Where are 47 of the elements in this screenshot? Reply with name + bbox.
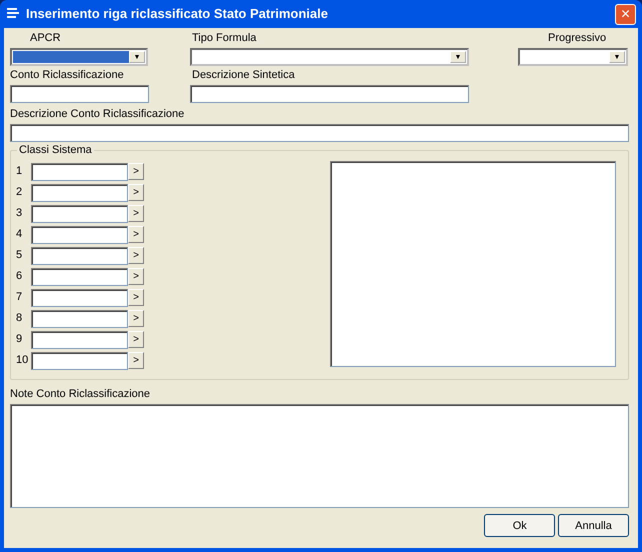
field-label: Descrizione Sintetica: [191, 68, 295, 82]
row-number: 5: [16, 249, 24, 262]
text-field[interactable]: [10, 124, 629, 142]
text-field[interactable]: [31, 330, 128, 349]
text-field[interactable]: [31, 268, 128, 286]
row-number: 1: [16, 165, 24, 178]
row-number: 4: [16, 228, 24, 242]
select-button[interactable]: >: [128, 268, 144, 286]
window-icon: [6, 7, 20, 21]
window-title: Inserimento riga riclassificato Stato Patrimoniale: [26, 5, 328, 24]
field-label: Tipo Formula: [191, 32, 256, 45]
close-button[interactable]: ×: [615, 4, 636, 24]
cancel-button[interactable]: Annulla: [558, 514, 629, 538]
row-number: 7: [16, 291, 24, 304]
select-button[interactable]: >: [128, 352, 144, 370]
select-button[interactable]: >: [128, 289, 144, 306]
select-button[interactable]: >: [128, 331, 144, 348]
row-number: 8: [16, 312, 24, 326]
select-button[interactable]: >: [128, 247, 144, 264]
select-button[interactable]: >: [128, 205, 144, 222]
text-field[interactable]: [31, 162, 128, 181]
text-field[interactable]: [31, 226, 128, 244]
select-button[interactable]: >: [128, 226, 144, 244]
row-number: 10: [16, 354, 30, 368]
text-field[interactable]: [31, 246, 128, 265]
row-number: 9: [16, 333, 24, 346]
row-number: 3: [16, 207, 24, 220]
field-label: Conto Riclassificazione: [10, 68, 124, 82]
text-area[interactable]: [10, 404, 629, 508]
row-number: 2: [16, 186, 24, 200]
select-button[interactable]: >: [128, 310, 144, 328]
select-button[interactable]: >: [128, 184, 144, 202]
ok-button[interactable]: Ok: [484, 514, 556, 538]
list-box[interactable]: [330, 161, 616, 368]
text-field[interactable]: [31, 204, 128, 223]
field-label: APCR: [29, 32, 61, 45]
field-label: Progressivo: [547, 32, 606, 45]
text-field[interactable]: [31, 352, 128, 370]
text-field[interactable]: [31, 184, 128, 202]
text-field[interactable]: [31, 288, 128, 307]
text-field[interactable]: [10, 84, 149, 103]
text-field[interactable]: [31, 310, 128, 328]
select-button[interactable]: >: [128, 163, 144, 180]
text-field[interactable]: [190, 84, 469, 103]
field-label: Note Conto Riclassificazione: [10, 388, 150, 402]
field-label: Descrizione Conto Riclassificazione: [10, 108, 184, 122]
row-number: 6: [16, 270, 24, 284]
